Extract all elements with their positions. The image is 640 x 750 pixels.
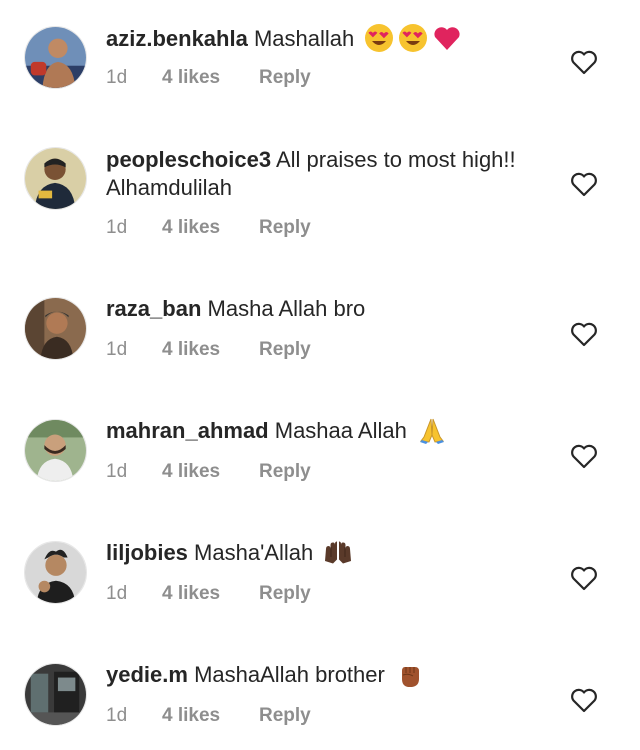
- heart-outline-icon: [571, 566, 597, 591]
- comment-username[interactable]: peopleschoice3: [106, 147, 271, 172]
- comment-item: yedie.m MashaAllah brother 1d 4 likes Re…: [0, 0, 640, 726]
- comment-timestamp: 1d: [106, 461, 128, 482]
- like-button[interactable]: [569, 170, 599, 198]
- comment-username[interactable]: raza_ban: [106, 296, 201, 321]
- comment-timestamp: 1d: [106, 339, 128, 360]
- like-button[interactable]: [569, 320, 599, 348]
- avatar[interactable]: [24, 147, 87, 210]
- avatar[interactable]: [24, 419, 87, 482]
- reply-button[interactable]: Reply: [259, 582, 311, 606]
- comment-likes-count[interactable]: 4 likes: [162, 460, 220, 484]
- like-button[interactable]: [569, 686, 599, 714]
- avatar[interactable]: [24, 663, 87, 726]
- reply-button[interactable]: Reply: [259, 460, 311, 484]
- heart-outline-icon: [571, 688, 597, 713]
- folded-hands-emoji-icon: [417, 415, 447, 445]
- comment-text: mahran_ahmad Mashaa Allah: [106, 417, 546, 447]
- heart-outline-icon: [571, 322, 597, 347]
- comment-timestamp: 1d: [106, 705, 128, 726]
- comment-body: Masha'Allah: [194, 540, 314, 565]
- heart-outline-icon: [571, 172, 597, 197]
- comment-text: raza_ban Masha Allah bro: [106, 295, 546, 323]
- avatar-photo-icon: [25, 664, 86, 725]
- comment-timestamp: 1d: [106, 583, 128, 604]
- comment-likes-count[interactable]: 4 likes: [162, 216, 220, 240]
- comment-likes-count[interactable]: 4 likes: [162, 338, 220, 362]
- comment-username[interactable]: yedie.m: [106, 662, 188, 687]
- reply-button[interactable]: Reply: [259, 338, 311, 362]
- avatar[interactable]: [24, 297, 87, 360]
- comment-body: Masha Allah bro: [207, 296, 366, 321]
- comment-body: Mashaa Allah: [274, 418, 407, 443]
- heart-outline-icon: [571, 444, 597, 469]
- comment-text: peopleschoice3 All praises to most high!…: [106, 146, 546, 202]
- comment-list: aziz.benkahla Mashallah 1d 4 likes Reply: [0, 0, 640, 750]
- raised-hands-dark-emoji-icon: [323, 537, 353, 567]
- avatar-photo-icon: [25, 298, 86, 359]
- avatar[interactable]: [24, 541, 87, 604]
- comment-text: liljobies Masha'Allah: [106, 539, 546, 569]
- avatar-photo-icon: [25, 148, 86, 209]
- comment-likes-count[interactable]: 4 likes: [162, 704, 220, 728]
- like-button[interactable]: [569, 564, 599, 592]
- reply-button[interactable]: Reply: [259, 704, 311, 728]
- reply-button[interactable]: Reply: [259, 216, 311, 240]
- comment-username[interactable]: liljobies: [106, 540, 188, 565]
- avatar-photo-icon: [25, 420, 86, 481]
- like-button[interactable]: [569, 442, 599, 470]
- comment-username[interactable]: mahran_ahmad: [106, 418, 269, 443]
- comment-body: MashaAllah brother: [194, 662, 385, 687]
- raised-fist-emoji-icon: [395, 659, 425, 689]
- comment-text: yedie.m MashaAllah brother: [106, 661, 546, 691]
- comment-likes-count[interactable]: 4 likes: [162, 582, 220, 606]
- avatar-photo-icon: [25, 542, 86, 603]
- comment-timestamp: 1d: [106, 217, 128, 238]
